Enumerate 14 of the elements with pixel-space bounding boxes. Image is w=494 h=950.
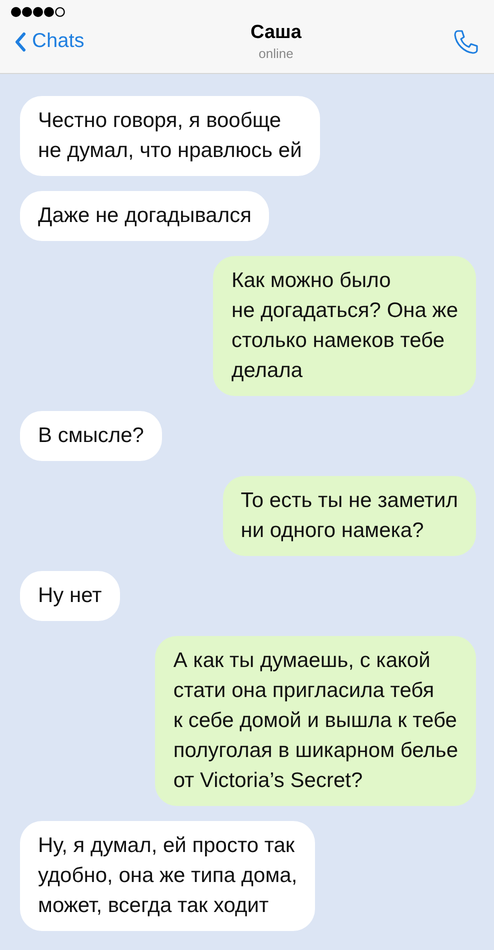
outgoing-message: То есть ты не заметил ни одного намека?: [222, 476, 476, 556]
incoming-message: Ну нет: [20, 571, 120, 621]
outgoing-message: Как можно было не догадаться? Она же столько намеков тебе делала: [213, 256, 476, 396]
contact-status: online: [258, 46, 294, 61]
contact-name: Саша: [250, 22, 302, 44]
incoming-message: Честно говоря, я вообще не думал, что нравлюсь ей: [20, 96, 320, 176]
chevron-left-icon: [14, 32, 26, 52]
incoming-message: Ну, я думал, ей просто так удобно, она же типа дома, может, всегда так ходит: [20, 821, 316, 931]
outgoing-message: А как ты думаешь, с какой стати она пригласила тебя к себе домой и вышла к тебе полуголая в шикарном белье от Victoria’s Secret?: [155, 636, 476, 806]
incoming-message: В смысле?: [20, 411, 162, 461]
incoming-message: Даже не догадывался: [20, 191, 270, 241]
back-button[interactable]: Chats: [10, 30, 100, 53]
phone-icon[interactable]: [452, 28, 480, 56]
signal-icon: [10, 6, 66, 18]
